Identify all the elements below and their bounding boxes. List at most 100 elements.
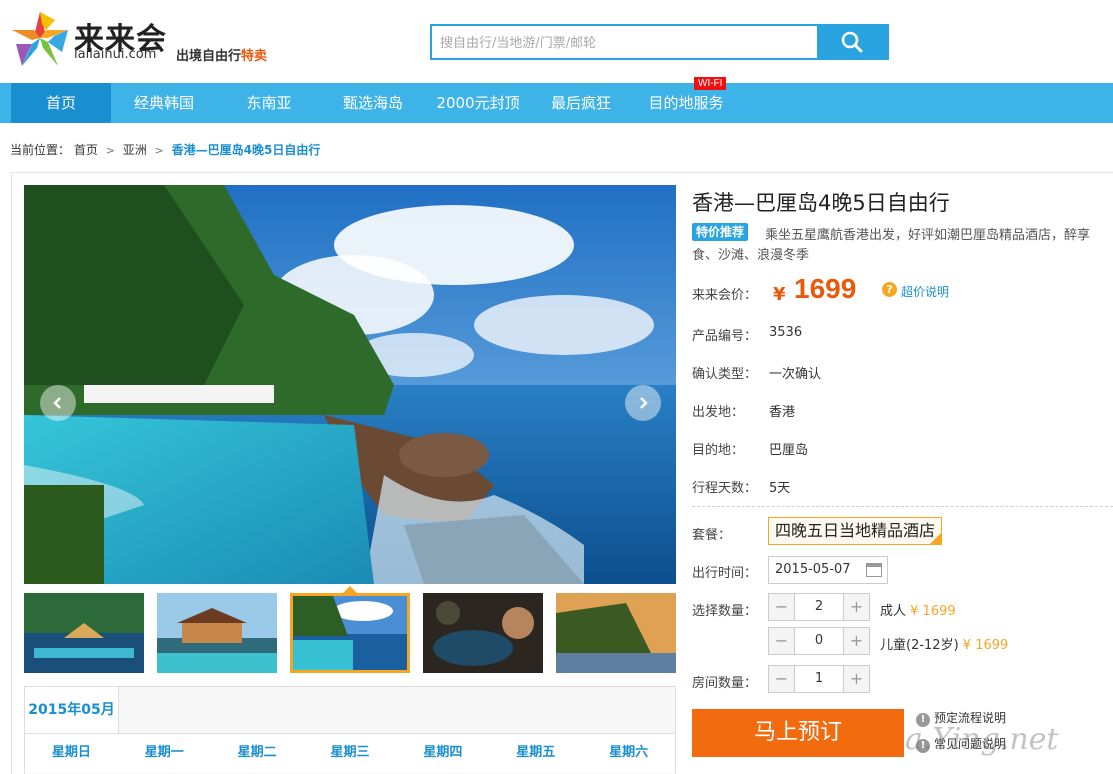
product-description-line1: 乘坐五星鹰航香港出发，好评如潮巴厘岛精品酒店，醉享	[765, 228, 1091, 243]
breadcrumb-prefix: 当前位置：	[10, 143, 71, 157]
main-photo	[24, 185, 676, 584]
breadcrumb-home[interactable]: 首页	[74, 143, 98, 157]
confirm-type-label: 确认类型：	[692, 367, 758, 382]
watermark: a.Ying.net	[905, 722, 1059, 757]
confirm-type-value: 一次确认	[769, 367, 822, 382]
nav-item-home[interactable]: 首页	[11, 83, 111, 123]
special-offer-badge: 特价推荐	[692, 223, 749, 241]
destination-value: 巴厘岛	[769, 443, 809, 458]
room-quantity-stepper: − 1 +	[768, 665, 870, 693]
breadcrumb-sep: >	[105, 144, 115, 157]
brand-slogan: 出境自由行特卖	[176, 45, 267, 64]
price-calendar: 2015年05月 星期日 星期一 星期二 星期三 星期四 星期五 星期六	[24, 686, 676, 774]
photo-thumbnail[interactable]	[556, 593, 676, 673]
departure-label: 出发地：	[692, 405, 745, 420]
travel-date-label: 出行时间：	[692, 566, 758, 581]
child-minus-button[interactable]: −	[769, 628, 794, 654]
child-plus-button[interactable]: +	[844, 628, 869, 654]
selected-corner-icon	[930, 533, 941, 544]
adult-price: ¥ 1699	[910, 604, 956, 619]
search-button[interactable]	[817, 26, 887, 58]
photo-thumbnail-selected[interactable]	[290, 593, 410, 673]
breadcrumb: 当前位置： 首页 > 亚洲 > 香港—巴厘岛4晚5日自由行	[10, 141, 320, 158]
quantity-label: 选择数量：	[692, 604, 758, 619]
nav-item-islands[interactable]: 甄选海岛	[326, 83, 420, 123]
nav-item-2000-cap[interactable]: 2000元封顶	[430, 83, 526, 123]
product-description-line2: 食、沙滩、浪漫冬季	[692, 248, 810, 263]
weekday-wed: 星期三	[330, 745, 370, 760]
adult-quantity-stepper: − 2 +	[768, 593, 870, 621]
search-input[interactable]	[440, 32, 810, 54]
thumbnail-image	[157, 593, 277, 673]
trip-days-value: 5天	[769, 481, 791, 496]
room-quantity-value[interactable]: 1	[794, 666, 844, 692]
adult-price-label: 成人 ¥ 1699	[880, 600, 956, 619]
header: 来来会 lailaihui.com 出境自由行特卖	[0, 0, 1113, 83]
child-price: ¥ 1699	[962, 638, 1009, 653]
adult-minus-button[interactable]: −	[769, 594, 794, 620]
trip-days-label: 行程天数：	[692, 481, 758, 496]
resort-pool-image	[24, 185, 676, 584]
child-label: 儿童(2-12岁)	[880, 638, 959, 653]
brand-domain: lailaihui.com	[74, 47, 157, 62]
thumbnail-image	[423, 593, 543, 673]
thumbnail-selected-caret	[343, 586, 357, 593]
child-quantity-stepper: − 0 +	[768, 627, 870, 655]
calendar-month-tab[interactable]: 2015年05月	[25, 687, 119, 733]
price-currency: ¥	[773, 284, 786, 305]
package-label: 套餐：	[692, 528, 732, 543]
nav-item-korea[interactable]: 经典韩国	[118, 83, 210, 123]
price-help-link[interactable]: 超价说明	[901, 283, 949, 300]
nav-item-southeast-asia[interactable]: 东南亚	[224, 83, 314, 123]
search-icon	[841, 31, 863, 53]
chevron-right-icon	[640, 397, 648, 409]
room-quantity-label: 房间数量：	[692, 676, 758, 691]
product-id-value: 3536	[769, 325, 803, 340]
travel-date-value: 2015-05-07	[775, 562, 851, 577]
thumbnail-image	[293, 596, 407, 670]
product-title: 香港—巴厘岛4晚5日自由行	[692, 191, 950, 215]
section-divider	[692, 506, 1113, 507]
search-box	[430, 24, 889, 60]
breadcrumb-sep: >	[154, 144, 164, 157]
photo-thumbnail[interactable]	[423, 593, 543, 673]
nav-item-last-crazy[interactable]: 最后疯狂	[536, 83, 626, 123]
weekday-tue: 星期二	[237, 745, 277, 760]
room-minus-button[interactable]: −	[769, 666, 794, 692]
package-option[interactable]: 四晚五日当地精品酒店	[768, 517, 942, 545]
nav-item-destination-label: 目的地服务	[648, 94, 724, 112]
weekday-thu: 星期四	[423, 745, 463, 760]
wifi-badge: WI-FI	[694, 77, 727, 90]
photo-thumbnail[interactable]	[24, 593, 144, 673]
photo-prev-button[interactable]	[40, 385, 76, 421]
help-icon[interactable]: ?	[882, 282, 897, 297]
weekday-sun: 星期日	[51, 745, 91, 760]
child-quantity-value[interactable]: 0	[794, 628, 844, 654]
calendar-icon[interactable]	[866, 563, 882, 577]
thumbnail-image	[24, 593, 144, 673]
product-id-label: 产品编号：	[692, 329, 758, 344]
logo-star-icon[interactable]	[10, 10, 70, 68]
room-plus-button[interactable]: +	[844, 666, 869, 692]
departure-value: 香港	[769, 405, 796, 420]
weekday-mon: 星期一	[144, 745, 184, 760]
adult-quantity-value[interactable]: 2	[794, 594, 844, 620]
adult-label: 成人	[880, 604, 907, 619]
nav-item-destination-service[interactable]: 目的地服务 WI-FI	[636, 77, 736, 123]
photo-thumbnail[interactable]	[157, 593, 277, 673]
photo-next-button[interactable]	[625, 385, 661, 421]
destination-label: 目的地：	[692, 443, 745, 458]
book-now-button[interactable]: 马上预订	[692, 709, 904, 757]
chevron-left-icon	[53, 397, 61, 409]
thumbnail-image	[556, 593, 676, 673]
price-value: 1699	[794, 273, 857, 304]
slogan-text: 出境自由行	[176, 49, 242, 64]
calendar-weekdays: 星期日 星期一 星期二 星期三 星期四 星期五 星期六	[25, 733, 675, 773]
travel-date-field[interactable]: 2015-05-07	[768, 556, 888, 584]
breadcrumb-asia[interactable]: 亚洲	[123, 143, 147, 157]
weekday-sat: 星期六	[609, 745, 649, 760]
adult-plus-button[interactable]: +	[844, 594, 869, 620]
weekday-fri: 星期五	[516, 745, 556, 760]
breadcrumb-current: 香港—巴厘岛4晚5日自由行	[171, 143, 321, 157]
child-price-label: 儿童(2-12岁) ¥ 1699	[880, 634, 1008, 653]
